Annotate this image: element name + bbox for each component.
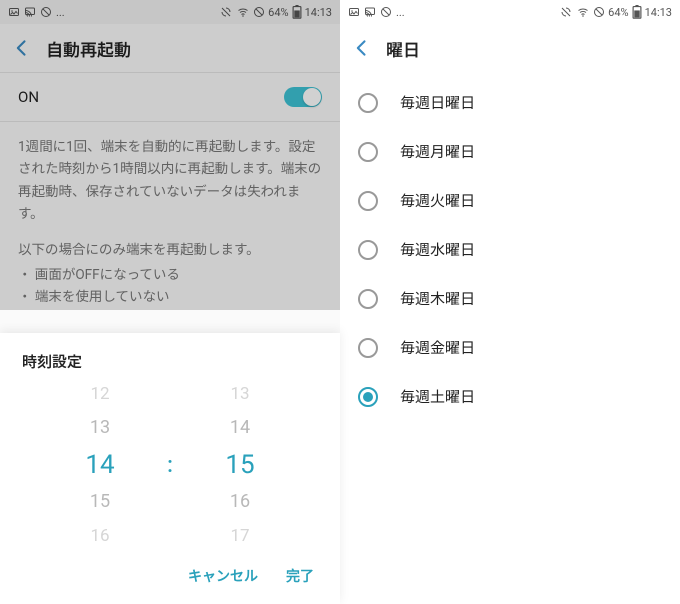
battery-text: 64%: [268, 6, 288, 19]
weekday-label: 毎週土曜日: [400, 386, 475, 407]
wifi-icon: [576, 6, 590, 18]
cast-icon: [364, 6, 376, 18]
vibrate-icon: [559, 6, 573, 18]
battery-text: 64%: [608, 6, 628, 19]
radio-icon-selected: [358, 387, 378, 407]
app-bar-left: 自動再起動: [0, 24, 340, 72]
radio-icon: [358, 240, 378, 260]
status-bar-right: ... 64% 14:13: [340, 0, 680, 24]
done-button[interactable]: 完了: [286, 566, 314, 586]
weekday-label: 毎週月曜日: [400, 141, 475, 162]
weekday-label: 毎週金曜日: [400, 337, 475, 358]
app-bar-right: 曜日: [340, 24, 680, 72]
weekday-option-friday[interactable]: 毎週金曜日: [340, 323, 680, 372]
time-picker[interactable]: 12 13 14 15 16 : 13 14 15 16 17: [0, 380, 340, 550]
status-time: 14:13: [305, 6, 332, 19]
hour-option[interactable]: 13: [90, 411, 110, 445]
block-icon: [380, 6, 392, 18]
vibrate-icon: [219, 6, 233, 18]
back-icon[interactable]: [352, 38, 372, 58]
weekday-label: 毎週火曜日: [400, 190, 475, 211]
battery-icon: [292, 5, 302, 19]
hour-option[interactable]: 16: [90, 519, 109, 550]
radio-icon: [358, 289, 378, 309]
minute-option[interactable]: 16: [230, 485, 250, 519]
toggle-switch[interactable]: [284, 87, 322, 107]
sheet-actions: キャンセル 完了: [0, 550, 340, 604]
radio-icon: [358, 142, 378, 162]
condition-item: 端末を使用していない: [18, 287, 322, 309]
radio-icon: [358, 338, 378, 358]
radio-icon: [358, 191, 378, 211]
right-screen: ... 64% 14:13 曜日 毎週日曜日: [340, 0, 680, 604]
description-text-2: 以下の場合にのみ端末を再起動します。: [0, 229, 340, 261]
time-colon: :: [160, 453, 180, 478]
cast-icon: [24, 6, 36, 18]
auto-restart-toggle-row[interactable]: ON: [0, 72, 340, 122]
weekday-option-thursday[interactable]: 毎週木曜日: [340, 274, 680, 323]
weekday-option-saturday[interactable]: 毎週土曜日: [340, 372, 680, 421]
sheet-title: 時刻設定: [0, 351, 340, 380]
data-block-icon: [593, 6, 605, 18]
weekday-option-sunday[interactable]: 毎週日曜日: [340, 78, 680, 127]
toggle-label: ON: [18, 88, 39, 106]
description-text: 1週間に1回、端末を自動的に再起動します。設定された時刻から1時間以内に再起動し…: [0, 122, 340, 229]
block-icon: [40, 6, 52, 18]
weekday-radio-list: 毎週日曜日 毎週月曜日 毎週火曜日 毎週水曜日 毎週木曜日 毎週金曜日 毎週土曜…: [340, 72, 680, 421]
hour-column[interactable]: 12 13 14 15 16: [50, 380, 150, 550]
weekday-option-tuesday[interactable]: 毎週火曜日: [340, 176, 680, 225]
cancel-button[interactable]: キャンセル: [188, 566, 258, 586]
data-block-icon: [253, 6, 265, 18]
wifi-icon: [236, 6, 250, 18]
condition-list: 画面がOFFになっている 端末を使用していない: [0, 261, 340, 316]
back-icon[interactable]: [12, 38, 32, 58]
image-icon: [8, 6, 20, 18]
minute-option[interactable]: 17: [230, 519, 249, 550]
battery-icon: [632, 5, 642, 19]
weekday-label: 毎週日曜日: [400, 92, 475, 113]
minute-selected[interactable]: 15: [225, 445, 254, 485]
left-screen: ... 64% 14:13 自動再起動 ON 1週間に1回、端: [0, 0, 340, 604]
condition-item: 画面がOFFになっている: [18, 265, 322, 287]
hour-selected[interactable]: 14: [85, 445, 114, 485]
weekday-option-monday[interactable]: 毎週月曜日: [340, 127, 680, 176]
hour-option[interactable]: 15: [90, 485, 110, 519]
radio-icon: [358, 93, 378, 113]
page-title-left: 自動再起動: [46, 36, 131, 61]
minute-column[interactable]: 13 14 15 16 17: [190, 380, 290, 550]
weekday-option-wednesday[interactable]: 毎週水曜日: [340, 225, 680, 274]
status-time: 14:13: [645, 6, 672, 19]
minute-option[interactable]: 13: [230, 380, 249, 411]
page-title-right: 曜日: [386, 36, 420, 61]
status-bar-left: ... 64% 14:13: [0, 0, 340, 24]
minute-option[interactable]: 14: [230, 411, 250, 445]
status-ellipsis: ...: [396, 6, 405, 19]
hour-option[interactable]: 12: [90, 380, 109, 411]
status-ellipsis: ...: [56, 6, 65, 19]
weekday-label: 毎週水曜日: [400, 239, 475, 260]
weekday-label: 毎週木曜日: [400, 288, 475, 309]
time-picker-sheet: 時刻設定 12 13 14 15 16 : 13 14 15 16 17 キャン…: [0, 333, 340, 604]
image-icon: [348, 6, 360, 18]
